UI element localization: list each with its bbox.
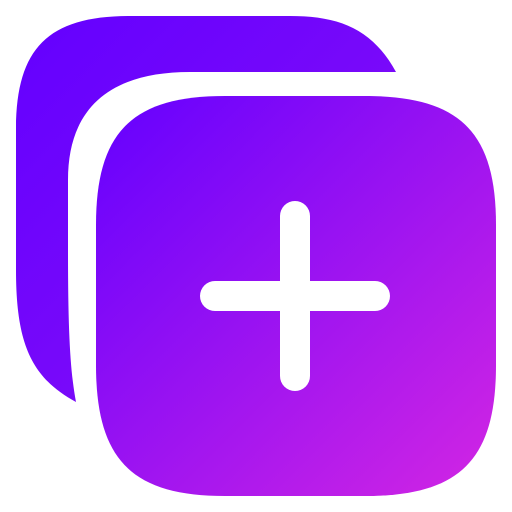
icon-canvas	[0, 0, 512, 512]
duplicate-add-icon	[16, 16, 496, 496]
